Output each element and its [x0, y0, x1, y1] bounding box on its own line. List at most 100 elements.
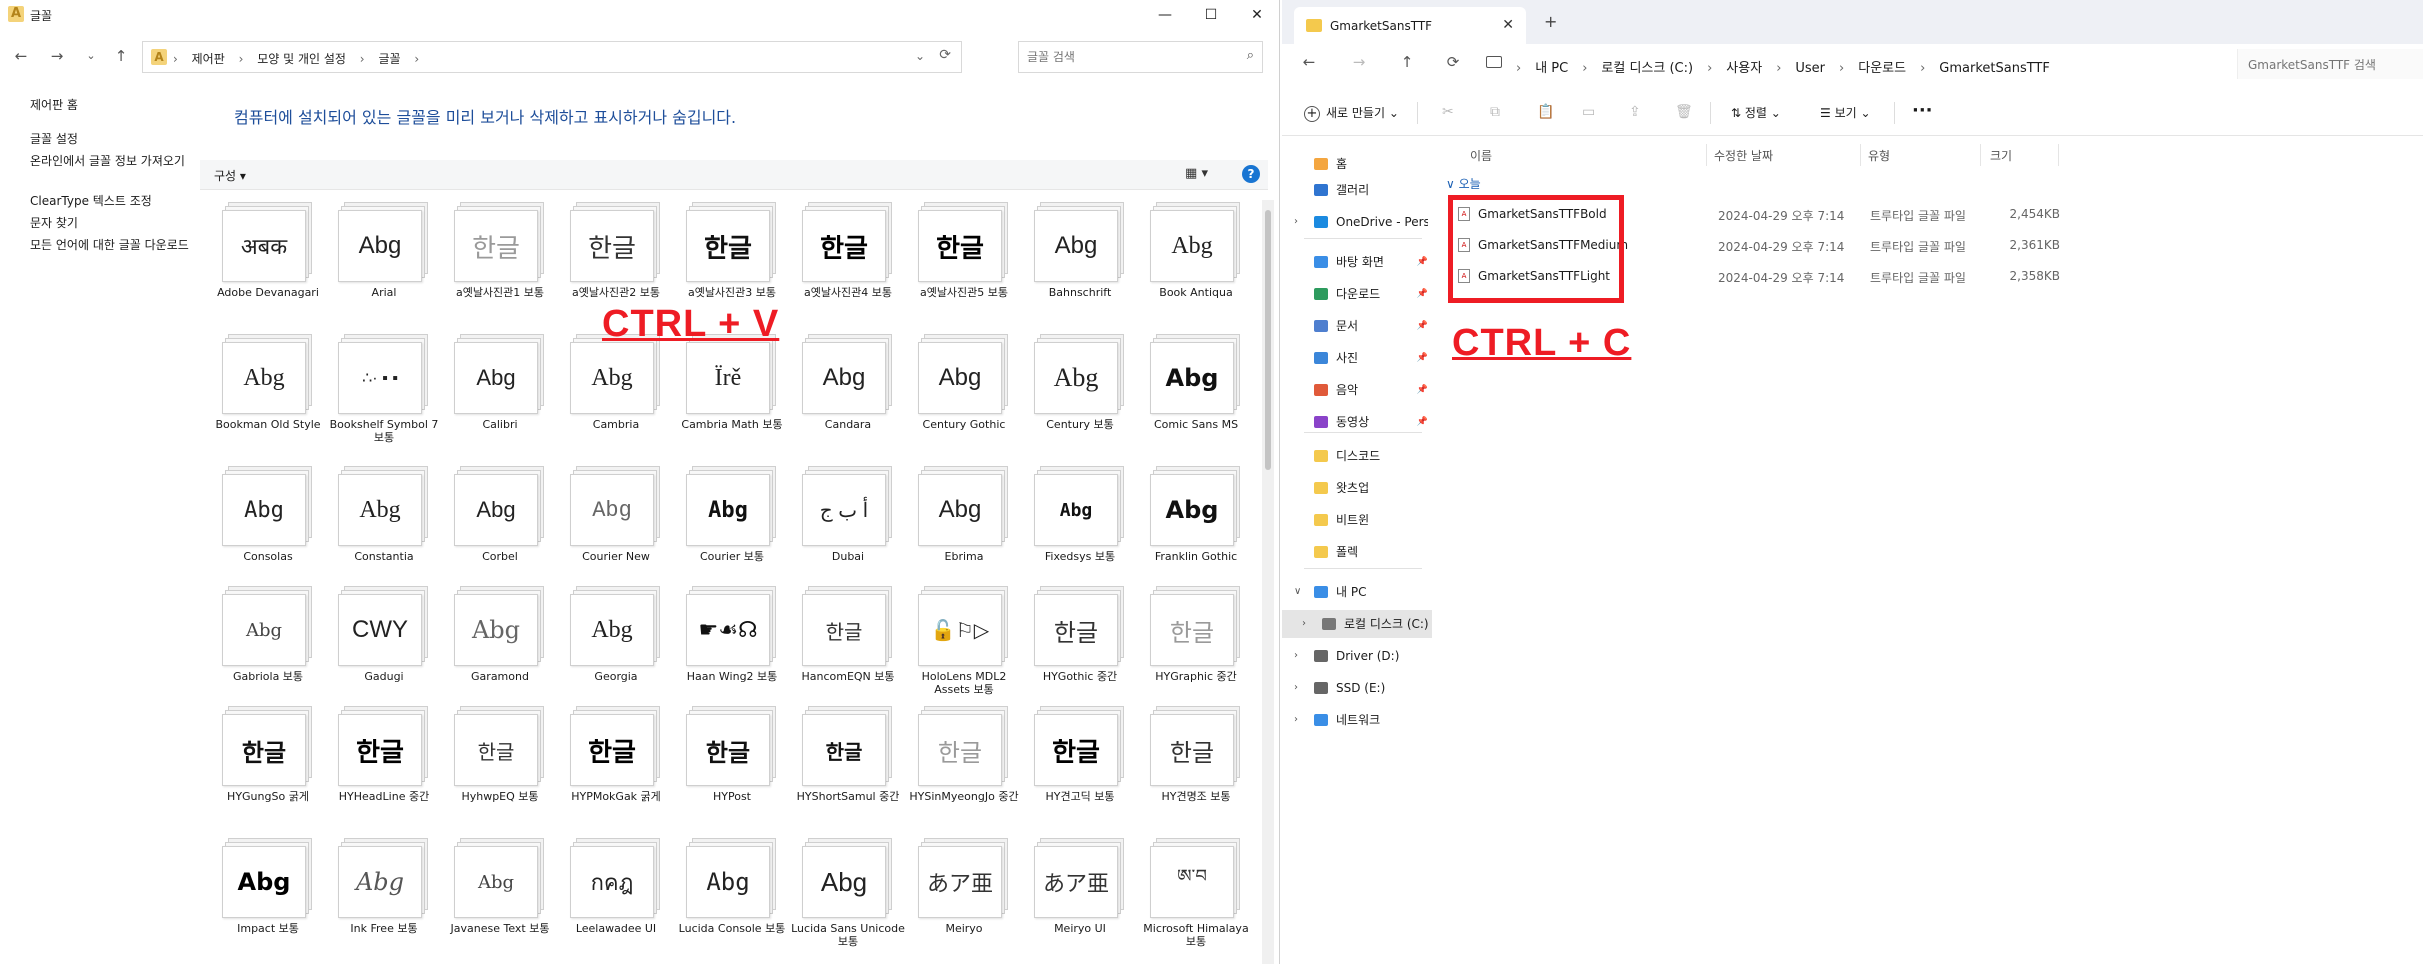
right-address-bar[interactable]: › 내 PC › 로컬 디스크 (C:) › 사용자 › User › 다운로드 › GmarketS…: [1482, 49, 2192, 79]
close-tab-icon[interactable]: ✕: [1502, 17, 1514, 33]
font-item[interactable]: Abg Constantia: [326, 462, 442, 592]
close-button[interactable]: ✕: [1234, 0, 1280, 30]
font-item[interactable]: 한글 a옛날사진관4 보통: [790, 198, 906, 328]
font-item[interactable]: あア亜 Meiryo: [906, 834, 1022, 964]
font-item[interactable]: 🔓⚐▷ HoloLens MDL2 Assets 보통: [906, 582, 1022, 712]
search-input[interactable]: [1027, 48, 1232, 66]
font-item[interactable]: 한글 HYGothic 중간: [1022, 582, 1138, 712]
font-item[interactable]: Abg Century 보통: [1022, 330, 1138, 460]
new-tab-button[interactable]: +: [1544, 12, 1557, 31]
chevron-right-icon[interactable]: ›: [1294, 706, 1298, 734]
nav-item[interactable]: 갤러리: [1282, 176, 1432, 204]
back-icon[interactable]: ←: [10, 46, 32, 66]
font-item[interactable]: Abg Franklin Gothic: [1138, 462, 1254, 592]
nav-item[interactable]: 바탕 화면 📌: [1282, 248, 1432, 276]
font-item[interactable]: Abg Candara: [790, 330, 906, 460]
forward-icon[interactable]: →: [46, 46, 68, 66]
paste-icon[interactable]: 📋: [1537, 104, 1554, 120]
font-item[interactable]: Abg Courier 보통: [674, 462, 790, 592]
font-item[interactable]: 한글 HyhwpEQ 보통: [442, 702, 558, 832]
nav-item[interactable]: ∨ 내 PC: [1282, 578, 1432, 606]
nav-item[interactable]: 디스코드: [1282, 442, 1432, 470]
column-date-modified[interactable]: 수정한 날짜: [1714, 147, 1773, 164]
nav-item[interactable]: 다운로드 📌: [1282, 280, 1432, 308]
font-item[interactable]: 한글 HYPMokGak 굵게: [558, 702, 674, 832]
new-button[interactable]: + 새로 만들기 ⌄: [1304, 104, 1399, 122]
chevron-down-icon[interactable]: ∨: [1294, 578, 1301, 606]
font-item[interactable]: 한글 HancomEQN 보통: [790, 582, 906, 712]
copy-icon[interactable]: ⧉: [1490, 104, 1500, 120]
nav-item[interactable]: 음악 📌: [1282, 376, 1432, 404]
address-dropdown-icon[interactable]: ⌄: [915, 49, 925, 63]
back-icon[interactable]: ←: [1298, 53, 1320, 71]
refresh-icon[interactable]: ⟳: [1442, 53, 1464, 71]
font-item[interactable]: あア亜 Meiryo UI: [1022, 834, 1138, 964]
column-size[interactable]: 크기: [1990, 147, 2012, 164]
sidebar-online-font-info[interactable]: 온라인에서 글꼴 정보 가져오기: [30, 154, 195, 169]
font-item[interactable]: Abg Consolas: [210, 462, 326, 592]
font-item[interactable]: Abg Lucida Sans Unicode 보통: [790, 834, 906, 964]
font-item[interactable]: ཨ་བ Microsoft Himalaya 보통: [1138, 834, 1254, 964]
font-item[interactable]: 한글 HY견명조 보통: [1138, 702, 1254, 832]
font-item[interactable]: Abg Book Antiqua: [1138, 198, 1254, 328]
font-item[interactable]: Abg Javanese Text 보통: [442, 834, 558, 964]
font-item[interactable]: Abg Bookman Old Style: [210, 330, 326, 460]
chevron-right-icon[interactable]: ›: [1294, 674, 1298, 702]
crumb-item[interactable]: 로컬 디스크 (C:): [1601, 61, 1693, 76]
view-options-icon[interactable]: ▦ ▾: [1185, 166, 1208, 181]
nav-item[interactable]: 비트윈: [1282, 506, 1432, 534]
crumb-item[interactable]: User: [1795, 61, 1825, 76]
sidebar-download-fonts[interactable]: 모든 언어에 대한 글꼴 다운로드: [30, 238, 195, 253]
sidebar-find-character[interactable]: 문자 찾기: [30, 216, 195, 231]
nav-item[interactable]: › OneDrive - Personal: [1282, 208, 1432, 236]
nav-item[interactable]: 폴렉: [1282, 538, 1432, 566]
nav-item[interactable]: › Driver (D:): [1282, 642, 1432, 670]
font-item[interactable]: Abg Courier New: [558, 462, 674, 592]
forward-icon[interactable]: →: [1348, 53, 1370, 71]
font-item[interactable]: أ ب ج Dubai: [790, 462, 906, 592]
font-item[interactable]: 한글 HYSinMyeongJo 중간: [906, 702, 1022, 832]
font-item[interactable]: Ïrě Cambria Math 보통: [674, 330, 790, 460]
share-icon[interactable]: ⇪: [1629, 104, 1641, 120]
left-search-box[interactable]: ⌕: [1018, 41, 1263, 73]
font-item[interactable]: Abg Arial: [326, 198, 442, 328]
font-item[interactable]: Abg Garamond: [442, 582, 558, 712]
font-item[interactable]: अबक Adobe Devanagari: [210, 198, 326, 328]
recent-locations-icon[interactable]: ⌄: [80, 46, 102, 66]
font-item[interactable]: CWY Gadugi: [326, 582, 442, 712]
font-item[interactable]: Abg Ink Free 보통: [326, 834, 442, 964]
view-button[interactable]: ☰ 보기 ⌄: [1820, 104, 1871, 121]
help-icon[interactable]: ?: [1242, 165, 1260, 183]
font-item[interactable]: 한글 HYHeadLine 중간: [326, 702, 442, 832]
group-header-today[interactable]: ∨ 오늘: [1446, 175, 1481, 192]
crumb-item[interactable]: 내 PC: [1535, 61, 1568, 76]
organize-button[interactable]: 구성 ▾: [214, 167, 246, 184]
chevron-right-icon[interactable]: ›: [1302, 610, 1306, 638]
nav-item[interactable]: 왓츠업: [1282, 474, 1432, 502]
refresh-icon[interactable]: ⟳: [939, 47, 951, 63]
nav-item[interactable]: 홈: [1282, 150, 1432, 178]
font-item[interactable]: 한글 HYGungSo 굵게: [210, 702, 326, 832]
font-item[interactable]: Abg Ebrima: [906, 462, 1022, 592]
left-scrollbar[interactable]: [1262, 200, 1274, 964]
crumb-item[interactable]: GmarketSansTTF: [1939, 61, 2050, 76]
crumb-control-panel[interactable]: 제어판: [192, 52, 225, 66]
chevron-right-icon[interactable]: ›: [1294, 642, 1298, 670]
font-item[interactable]: Abg Impact 보통: [210, 834, 326, 964]
nav-item[interactable]: › SSD (E:): [1282, 674, 1432, 702]
font-item[interactable]: ☛☙☊ Haan Wing2 보통: [674, 582, 790, 712]
font-item[interactable]: 한글 HY견고딕 보통: [1022, 702, 1138, 832]
crumb-fonts[interactable]: 글꼴: [378, 52, 400, 66]
font-item[interactable]: Abg Century Gothic: [906, 330, 1022, 460]
delete-icon[interactable]: 🗑: [1675, 104, 1693, 120]
font-item[interactable]: Abg Gabriola 보통: [210, 582, 326, 712]
font-item[interactable]: 한글 a옛날사진관1 보통: [442, 198, 558, 328]
font-item[interactable]: Abg Calibri: [442, 330, 558, 460]
maximize-button[interactable]: ☐: [1188, 0, 1234, 30]
search-input[interactable]: [2248, 56, 2418, 74]
sidebar-control-panel-home[interactable]: 제어판 홈: [30, 98, 195, 113]
font-item[interactable]: 한글 a옛날사진관5 보통: [906, 198, 1022, 328]
sidebar-cleartype[interactable]: ClearType 텍스트 조정: [30, 194, 195, 209]
crumb-appearance[interactable]: 모양 및 개인 설정: [257, 52, 346, 66]
crumb-item[interactable]: 다운로드: [1858, 61, 1906, 76]
